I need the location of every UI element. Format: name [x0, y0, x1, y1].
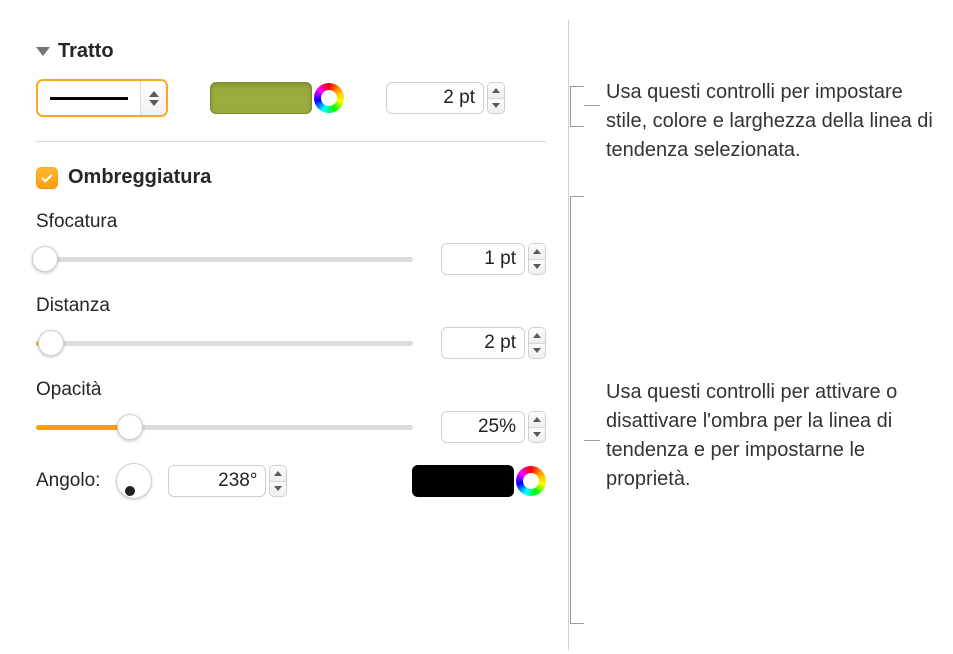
chevron-updown-icon[interactable]	[140, 81, 166, 115]
stepper-down-button[interactable]	[529, 428, 545, 443]
stepper-down-button[interactable]	[488, 99, 504, 114]
stroke-width-input[interactable]	[386, 82, 484, 114]
stepper-up-button[interactable]	[529, 244, 545, 260]
slider-thumb[interactable]	[117, 414, 143, 440]
blur-label: Sfocatura	[36, 211, 546, 233]
color-wheel-icon[interactable]	[314, 83, 344, 113]
opacity-stepper[interactable]	[528, 411, 546, 443]
angle-label: Angolo:	[36, 470, 100, 492]
stepper-up-button[interactable]	[529, 328, 545, 344]
angle-field	[168, 465, 287, 497]
stroke-width-field	[386, 82, 505, 114]
stroke-style-preview	[38, 81, 140, 115]
offset-block: Distanza	[36, 295, 546, 359]
angle-dial[interactable]	[116, 463, 152, 499]
offset-stepper[interactable]	[528, 327, 546, 359]
angle-indicator-dot	[125, 486, 135, 496]
stroke-section-header[interactable]: Tratto	[36, 40, 546, 63]
shadow-checkbox[interactable]	[36, 167, 58, 189]
blur-input[interactable]	[441, 243, 525, 275]
shadow-checkbox-label: Ombreggiatura	[68, 166, 211, 189]
section-divider	[36, 141, 546, 142]
offset-slider[interactable]	[36, 330, 413, 356]
disclosure-triangle-icon[interactable]	[36, 47, 50, 56]
stepper-up-button[interactable]	[488, 83, 504, 99]
callouts-area: Usa questi controlli per impostare stile…	[568, 0, 938, 654]
blur-stepper[interactable]	[528, 243, 546, 275]
opacity-input[interactable]	[441, 411, 525, 443]
blur-field	[441, 243, 546, 275]
callout-shadow: Usa questi controlli per attivare o disa…	[606, 378, 938, 494]
angle-row: Angolo:	[36, 463, 546, 499]
stepper-up-button[interactable]	[529, 412, 545, 428]
stepper-down-button[interactable]	[270, 482, 286, 497]
blur-slider[interactable]	[36, 246, 413, 272]
opacity-field	[441, 411, 546, 443]
opacity-block: Opacità	[36, 379, 546, 443]
callout-stroke: Usa questi controlli per impostare stile…	[606, 78, 938, 165]
shadow-color-well[interactable]	[412, 465, 514, 497]
slider-thumb[interactable]	[32, 246, 58, 272]
stroke-width-stepper[interactable]	[487, 82, 505, 114]
stroke-color-well[interactable]	[210, 82, 312, 114]
shadow-checkbox-row: Ombreggiatura	[36, 166, 546, 189]
slider-thumb[interactable]	[38, 330, 64, 356]
stroke-controls-row	[36, 79, 546, 117]
color-wheel-icon[interactable]	[516, 466, 546, 496]
stroke-section-title: Tratto	[58, 40, 114, 63]
offset-input[interactable]	[441, 327, 525, 359]
opacity-slider[interactable]	[36, 414, 413, 440]
stroke-style-popup[interactable]	[36, 79, 168, 117]
checkmark-icon	[40, 171, 54, 185]
stepper-down-button[interactable]	[529, 344, 545, 359]
stepper-down-button[interactable]	[529, 260, 545, 275]
angle-input[interactable]	[168, 465, 266, 497]
offset-label: Distanza	[36, 295, 546, 317]
shadow-color-group	[412, 465, 546, 497]
angle-stepper[interactable]	[269, 465, 287, 497]
offset-field	[441, 327, 546, 359]
stepper-up-button[interactable]	[270, 466, 286, 482]
inspector-panel: Tratto Ombreggiatura	[14, 20, 569, 650]
blur-block: Sfocatura	[36, 211, 546, 275]
opacity-label: Opacità	[36, 379, 546, 401]
stroke-color-group	[210, 82, 344, 114]
